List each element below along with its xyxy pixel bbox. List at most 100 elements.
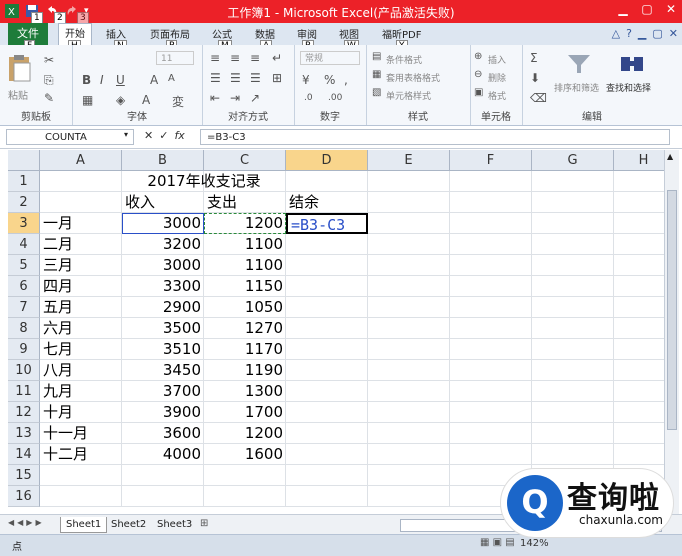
grid-cell[interactable] xyxy=(368,213,450,234)
grid-cell[interactable] xyxy=(614,444,664,465)
grow-font-icon[interactable]: A xyxy=(150,73,158,87)
month-cell[interactable]: 八月 xyxy=(40,360,122,381)
grid-cell[interactable] xyxy=(286,171,368,192)
grid-cell[interactable] xyxy=(286,318,368,339)
find-select-button[interactable]: 查找和选择 xyxy=(606,81,651,94)
align-right-icon[interactable]: ☰ xyxy=(250,71,261,85)
grid-cell[interactable] xyxy=(286,423,368,444)
align-middle-icon[interactable]: ≡ xyxy=(230,51,240,65)
row-header-4[interactable]: 4 xyxy=(8,234,40,255)
expense-cell[interactable]: 1050 xyxy=(204,297,286,318)
sort-filter-button[interactable]: 排序和筛选 xyxy=(554,81,599,94)
enter-icon[interactable]: ✓ xyxy=(159,129,168,142)
grid-cell[interactable] xyxy=(532,297,614,318)
grid-cell[interactable] xyxy=(614,255,664,276)
row-header-13[interactable]: 13 xyxy=(8,423,40,444)
grid-cell[interactable] xyxy=(450,276,532,297)
grid-cell[interactable] xyxy=(532,234,614,255)
tab-page-layout[interactable]: 页面布局 xyxy=(150,26,190,41)
header-income[interactable]: 收入 xyxy=(122,192,204,213)
income-cell[interactable]: 3900 xyxy=(122,402,204,423)
minimize-icon[interactable]: ▁ xyxy=(614,2,632,16)
scroll-up-icon[interactable]: ▲ xyxy=(667,152,673,161)
align-top-icon[interactable]: ≡ xyxy=(210,51,220,65)
sort-filter-icon[interactable] xyxy=(566,51,592,77)
format-as-table-button[interactable]: 套用表格格式 xyxy=(386,71,440,84)
increase-decimal-icon[interactable]: .0 xyxy=(304,93,313,103)
grid-cell[interactable] xyxy=(286,486,368,507)
grid-cell[interactable] xyxy=(450,213,532,234)
expense-cell[interactable]: 1270 xyxy=(204,318,286,339)
grid-cell[interactable] xyxy=(450,381,532,402)
expense-cell[interactable]: 1300 xyxy=(204,381,286,402)
grid-cell[interactable] xyxy=(368,255,450,276)
expense-cell[interactable]: 1700 xyxy=(204,402,286,423)
month-cell[interactable]: 十月 xyxy=(40,402,122,423)
grid-cell[interactable] xyxy=(40,192,122,213)
income-cell[interactable]: 3200 xyxy=(122,234,204,255)
month-cell[interactable]: 六月 xyxy=(40,318,122,339)
shrink-font-icon[interactable]: A xyxy=(168,73,175,84)
income-cell[interactable]: 4000 xyxy=(122,444,204,465)
format-cells-button[interactable]: 格式 xyxy=(488,89,506,102)
month-cell[interactable]: 七月 xyxy=(40,339,122,360)
percent-icon[interactable]: % xyxy=(324,73,335,87)
grid-cell[interactable] xyxy=(368,192,450,213)
expense-cell[interactable]: 1100 xyxy=(204,234,286,255)
find-select-icon[interactable] xyxy=(618,49,646,77)
row-header-9[interactable]: 9 xyxy=(8,339,40,360)
cancel-icon[interactable]: ✕ xyxy=(144,129,153,142)
grid-cell[interactable] xyxy=(368,465,450,486)
grid-cell[interactable] xyxy=(450,423,532,444)
sheet-tab-1[interactable]: Sheet1 xyxy=(60,517,108,533)
format-painter-icon[interactable]: ✎ xyxy=(44,91,54,105)
number-format-select[interactable]: 常规 xyxy=(300,51,360,65)
grid-cell[interactable] xyxy=(450,297,532,318)
spreadsheet-grid[interactable]: A B C D E F G H 1 2 3 4 5 6 7 8 9 10 11 12 13 14 15 16 2017年收支记录… xyxy=(8,150,664,514)
grid-cell[interactable] xyxy=(368,486,450,507)
maximize-icon[interactable]: ▢ xyxy=(638,2,656,16)
tab-review[interactable]: 审阅 xyxy=(297,26,317,41)
income-cell[interactable]: 3000 xyxy=(122,213,204,234)
column-header-g[interactable]: G xyxy=(532,150,614,171)
row-header-14[interactable]: 14 xyxy=(8,444,40,465)
grid-cell[interactable] xyxy=(532,318,614,339)
grid-cell[interactable] xyxy=(286,381,368,402)
autosum-icon[interactable]: Σ xyxy=(530,51,538,65)
decrease-decimal-icon[interactable]: .00 xyxy=(328,93,342,103)
row-header-16[interactable]: 16 xyxy=(8,486,40,507)
bold-icon[interactable]: B xyxy=(82,73,91,87)
doc-minimize-icon[interactable]: ▁ xyxy=(638,27,646,40)
grid-cell[interactable] xyxy=(286,444,368,465)
grid-cell[interactable] xyxy=(614,234,664,255)
sheet-tab-2[interactable]: Sheet2 xyxy=(106,517,151,532)
fill-color-icon[interactable]: ◈ xyxy=(116,93,125,107)
grid-cell[interactable] xyxy=(614,297,664,318)
tab-insert[interactable]: 插入 xyxy=(106,26,126,41)
grid-cell[interactable] xyxy=(532,381,614,402)
active-cell-editor[interactable]: =B3-C3 xyxy=(286,213,368,234)
expense-cell[interactable]: 1200 xyxy=(204,213,286,234)
comma-icon[interactable]: , xyxy=(344,73,348,87)
header-balance[interactable]: 结余 xyxy=(286,192,368,213)
grid-cell[interactable] xyxy=(40,486,122,507)
row-header-1[interactable]: 1 xyxy=(8,171,40,192)
row-header-2[interactable]: 2 xyxy=(8,192,40,213)
expense-cell[interactable]: 1100 xyxy=(204,255,286,276)
grid-cell[interactable] xyxy=(450,339,532,360)
grid-cell[interactable] xyxy=(40,465,122,486)
row-header-5[interactable]: 5 xyxy=(8,255,40,276)
expense-cell[interactable]: 1200 xyxy=(204,423,286,444)
grid-cell[interactable] xyxy=(614,318,664,339)
name-box[interactable]: COUNTA xyxy=(6,129,134,145)
month-cell[interactable]: 五月 xyxy=(40,297,122,318)
grid-cell[interactable] xyxy=(532,171,614,192)
tab-pdf[interactable]: 福昕PDF xyxy=(382,26,421,41)
row-header-6[interactable]: 6 xyxy=(8,276,40,297)
minimize-ribbon-icon[interactable]: △ xyxy=(612,27,620,40)
grid-cell[interactable] xyxy=(614,276,664,297)
close-icon[interactable]: ✕ xyxy=(662,2,680,16)
grid-cell[interactable] xyxy=(286,234,368,255)
grid-cell[interactable] xyxy=(286,360,368,381)
expense-cell[interactable]: 1150 xyxy=(204,276,286,297)
